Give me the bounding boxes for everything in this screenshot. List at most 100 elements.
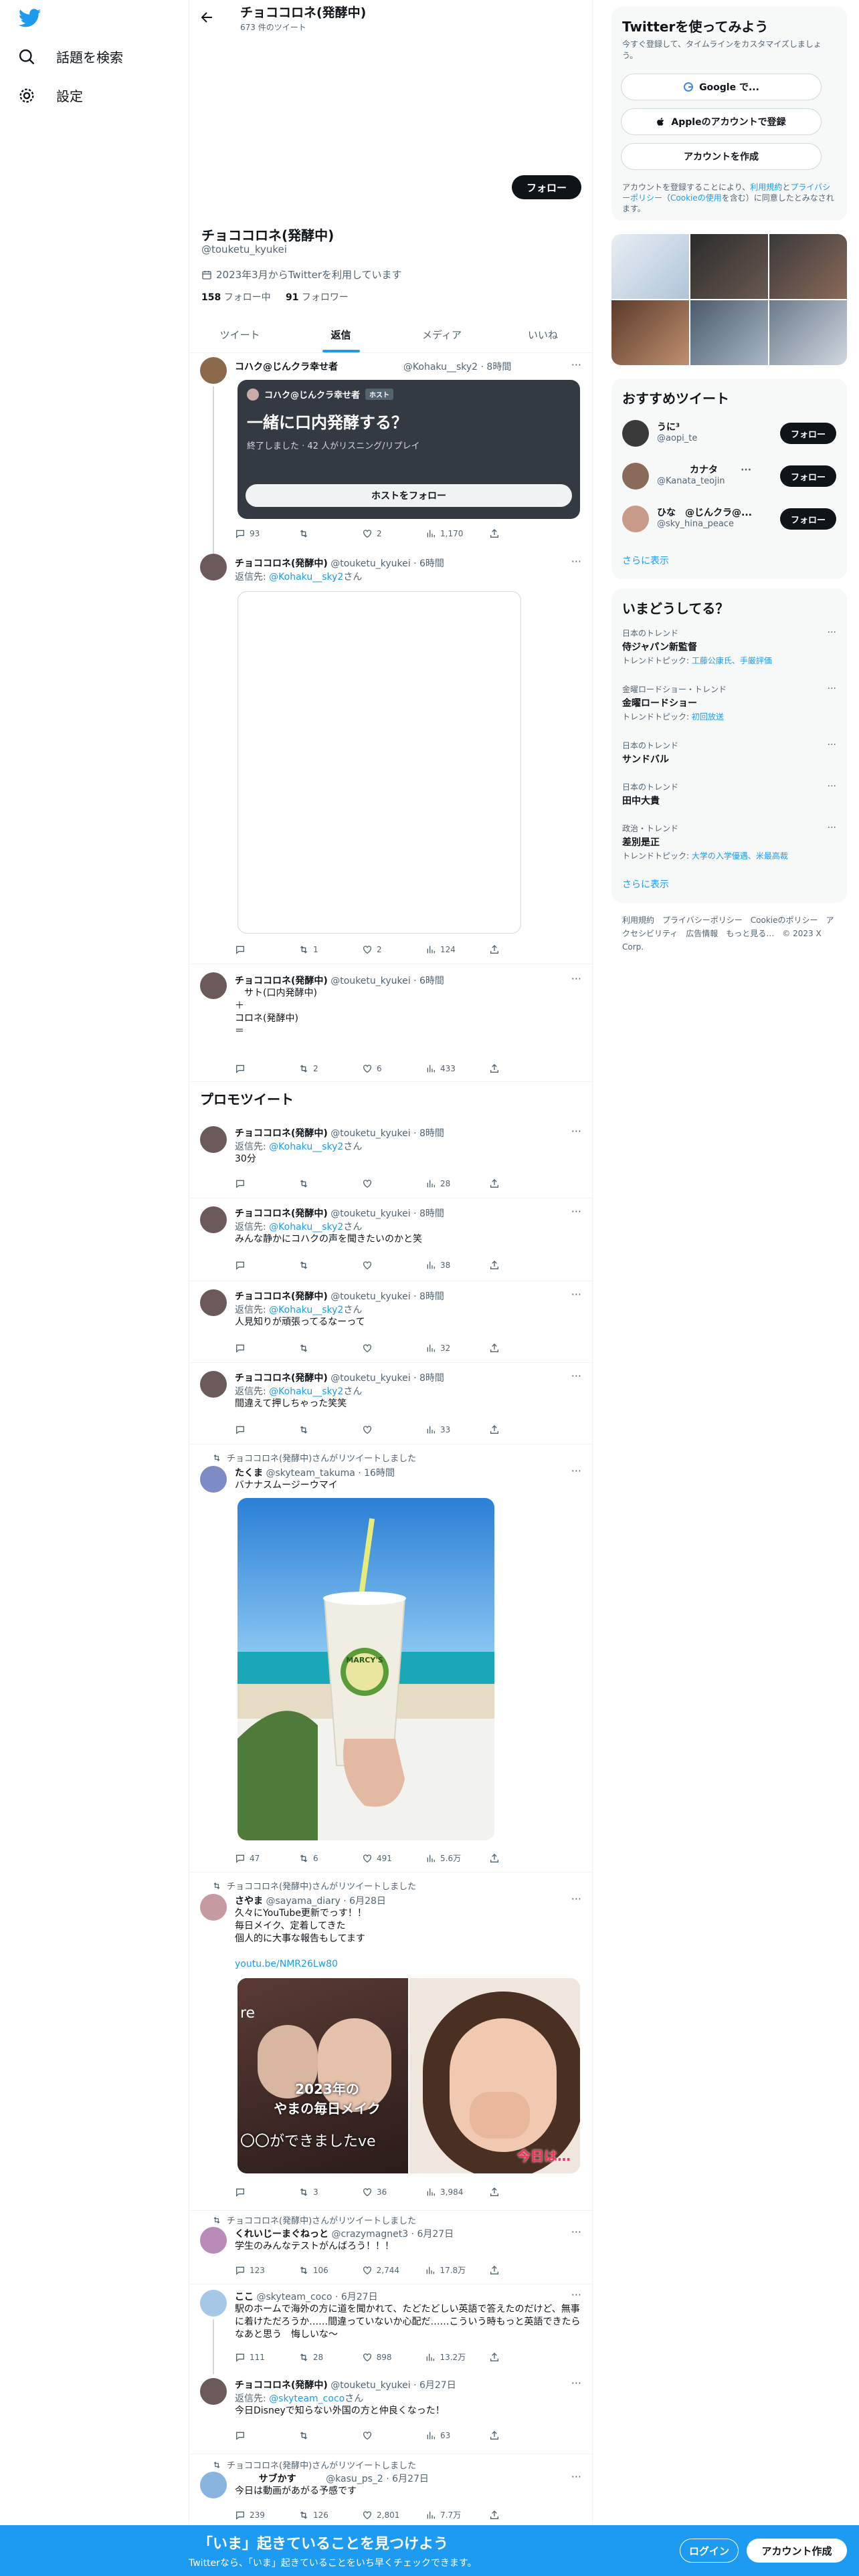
tweet-time[interactable]: · 6月27日 [411,2229,454,2240]
reply-button[interactable]: 123 [235,2264,275,2276]
tweet-author-handle[interactable]: @touketu_kyukei [330,1128,410,1139]
recommended-user-name-text[interactable]: カナタ [690,465,718,475]
tweet-text[interactable]: ここ @skyteam_coco · 6月27日 ··· 駅のホームで海外の方に… [189,2284,593,2374]
like-button[interactable]: 36 [362,2187,402,2197]
like-button[interactable]: 2,801 [362,2509,402,2520]
more-options-icon[interactable]: ··· [571,1893,581,1905]
tab-replies[interactable]: 返信 [290,317,391,352]
tweet-time[interactable]: · 6時間 [413,558,444,569]
tweet-time[interactable]: · 8時間 [413,1208,444,1219]
tweet-image-reply[interactable]: チョココロネ(発酵中) @touketu_kyukei · 6時間 ··· 返信… [189,554,593,964]
reply-button[interactable] [235,2187,275,2197]
tweet-reply[interactable]: チョココロネ(発酵中) @touketu_kyukei · 8時間 ··· 返信… [189,1117,593,1198]
tweet-author-name[interactable]: ここ [235,2292,254,2302]
tweet-reply[interactable]: チョココロネ(発酵中) @touketu_kyukei · 8時間 ··· 返信… [189,1363,593,1444]
tweet-time[interactable]: · 8時間 [413,1373,444,1384]
tweet-link[interactable]: youtu.be/NMR26Lw80 [235,1958,583,1971]
media-thumbnail-left[interactable]: re 2023年の やまの毎日メイク 〇〇ができましたve [237,1978,408,2173]
retweet-button[interactable] [298,1343,339,1354]
tweet-author-name[interactable]: チョココロネ(発酵中) [235,1373,328,1384]
like-button[interactable]: 6 [362,1063,402,1074]
tweet-time[interactable]: · 6月27日 [413,2380,456,2391]
media-thumb[interactable] [769,300,847,365]
avatar[interactable] [200,1894,227,1921]
share-button[interactable] [489,2509,529,2520]
retweet-button[interactable] [298,528,339,539]
avatar[interactable] [622,420,649,447]
tweet-author-name[interactable]: コハク@じんクラ幸せ者 [235,362,338,372]
recommended-user-name[interactable]: ひな @じんクラ@... [657,506,752,519]
share-button[interactable] [489,944,529,955]
recommended-user[interactable]: カナタ ··· @Kanata_teojin フォロー [622,460,836,492]
login-button[interactable]: ログイン [680,2539,739,2563]
tweet-author-handle[interactable]: @touketu_kyukei [330,1373,410,1384]
views-button[interactable]: 124 [425,944,466,955]
more-options-icon[interactable]: ··· [571,555,581,568]
views-button[interactable]: 33 [425,1424,466,1435]
more-options-icon[interactable]: ··· [571,1125,581,1138]
avatar[interactable] [200,2472,227,2498]
show-more-trends[interactable]: さらに表示 [622,877,669,891]
share-button[interactable] [489,1852,529,1864]
tweet-media-grid[interactable]: re 2023年の やまの毎日メイク 〇〇ができましたve 今日は… [237,1978,580,2173]
tweet-time[interactable]: · 6月27日 [386,2474,429,2484]
reply-to-handle[interactable]: @Kohaku__sky2 [269,1142,343,1152]
tweet-retweet-video[interactable]: チョココロネ(発酵中)さんがリツイートしました さやま @sayama_diar… [189,1872,593,2211]
tweet-space[interactable]: コハク@じんクラ幸せ者 @Kohaku__sky2 · 8時間 ··· コハク@… [189,353,593,554]
followers-link[interactable]: 91 フォロワー [286,292,349,303]
tweet-author-name[interactable]: さやま [235,1896,263,1907]
twitter-logo-icon[interactable] [19,7,41,29]
retweet-button[interactable] [298,1260,339,1271]
tweet-reply[interactable]: チョココロネ(発酵中) @touketu_kyukei · 8時間 ··· 返信… [189,1198,593,1281]
tweet-author-handle[interactable]: @touketu_kyukei [330,558,410,569]
tab-likes[interactable]: いいね [492,317,593,352]
tweet-author-handle[interactable]: @kasu_ps_2 [326,2474,383,2484]
recommended-user[interactable]: ひな @じんクラ@... @sky_hina_peace フォロー [622,503,836,535]
views-button[interactable]: 63 [425,2430,466,2441]
retweeted-by[interactable]: チョココロネ(発酵中)さんがリツイートしました [227,2214,416,2226]
media-thumbnail-right[interactable]: 今日は… [409,1978,580,2173]
recommended-user[interactable]: うに³ @aopi_te フォロー [622,417,836,449]
share-button[interactable] [489,1063,529,1074]
tweet-time[interactable]: · 8時間 [413,1291,444,1302]
trend-item[interactable]: 日本のトレンド 田中大貴 ··· [622,781,836,807]
media-thumb[interactable] [769,234,847,299]
share-button[interactable] [489,1424,529,1435]
tweet-photo[interactable]: MARCY'S [237,1498,494,1840]
avatar[interactable] [200,1371,227,1398]
reply-button[interactable] [235,1424,275,1435]
tweet-time[interactable]: · 6時間 [413,976,444,986]
follow-button[interactable]: フォロー [779,423,836,444]
show-more-recommended[interactable]: さらに表示 [622,554,669,567]
views-button[interactable]: 7.7万 [425,2509,466,2520]
reply-button[interactable]: 111 [235,2351,275,2363]
more-options-icon[interactable]: ··· [571,2288,581,2301]
reply-button[interactable] [235,1063,275,1074]
reply-button[interactable] [235,1260,275,1271]
tweet-author-handle[interactable]: @skyteam_takuma [266,1468,355,1479]
tweet-author-handle[interactable]: @skyteam_coco [256,2292,332,2302]
more-options-icon[interactable]: ··· [571,1370,581,1382]
reply-to-handle[interactable]: @skyteam_coco [269,2393,345,2404]
tweet-author-handle[interactable]: @Kohaku__sky2 [403,362,478,372]
tab-media[interactable]: メディア [391,317,492,352]
tweet-author-name[interactable]: チョココロネ(発酵中) [235,558,328,569]
share-button[interactable] [489,1260,529,1271]
tweet-author-handle[interactable]: @touketu_kyukei [330,976,410,986]
space-card[interactable]: コハク@じんクラ幸せ者 ホスト 一緒に口内発酵する？ 終了しました · 42 人… [237,380,580,519]
more-options-icon[interactable]: ··· [828,740,836,750]
tweet-author-handle[interactable]: @touketu_kyukei [330,1291,410,1302]
more-options-icon[interactable]: ··· [741,465,751,475]
avatar[interactable] [200,2227,227,2254]
tweet-text[interactable]: チョココロネ(発酵中) @touketu_kyukei · 6時間 ··· サト… [189,964,593,1082]
more-options-icon[interactable]: ··· [571,1205,581,1218]
media-thumb[interactable] [611,234,689,299]
nav-explore[interactable]: 話題を検索 [17,47,123,66]
tweet-author-name[interactable]: たくま [235,1468,263,1479]
more-options-icon[interactable]: ··· [571,1288,581,1301]
trend-item[interactable]: 日本のトレンド 侍ジャパン新監督 トレンドトピック: 工藤公康氏、手厳評価 ··… [622,627,836,666]
tweet-author-handle[interactable]: @sayama_diary [266,1896,340,1907]
follow-button[interactable]: フォロー [779,465,836,487]
avatar[interactable] [200,554,227,580]
tab-tweets[interactable]: ツイート [189,317,290,352]
